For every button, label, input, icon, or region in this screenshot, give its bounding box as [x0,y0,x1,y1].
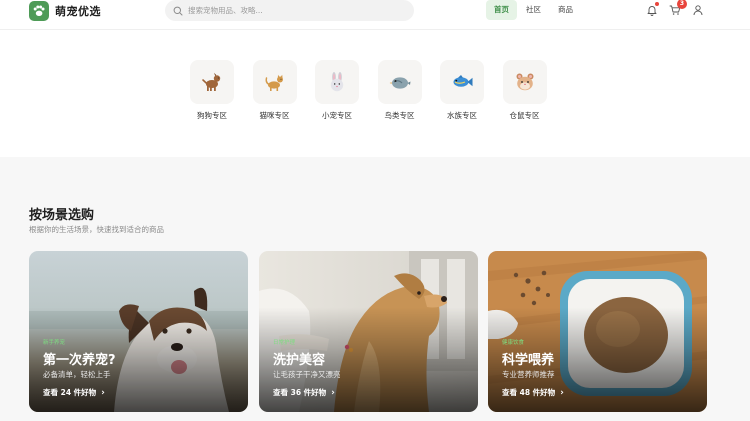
notification-dot [655,2,659,6]
category-hamster[interactable]: 仓鼠专区 [502,60,547,121]
card-description: 让毛孩子干净又漂亮 [273,370,341,379]
category-bird[interactable]: 鸟类专区 [377,60,422,121]
category-tile [252,60,297,104]
category-tile [440,60,484,104]
category-label: 猫咪专区 [259,111,290,120]
chevron-right-icon: › [101,387,105,398]
category-dog[interactable]: 狗狗专区 [190,60,234,121]
card-link-label: 查看 24 件好物 [43,388,97,397]
bird-icon [389,77,410,89]
rabbit-icon [330,72,344,92]
category-label: 水族专区 [447,111,477,120]
category-label: 鸟类专区 [384,111,415,120]
chevron-right-icon: › [560,387,564,398]
cart-button[interactable]: 3 [668,0,687,17]
card-tag: 日常护理 [273,340,296,346]
cart-count-badge: 3 [677,0,687,9]
card-title: 科学喂养 [502,353,555,368]
category-label: 小宠专区 [322,111,352,120]
top-header: 萌宠优选 首页 社区 商品 3 [0,0,750,30]
scene-card-feeding[interactable]: 健康饮食 科学喂养 专业营养师推荐 查看 48 件好物 › [488,251,707,412]
card-link-label: 查看 48 件好物 [502,388,556,397]
section-subtitle: 根据你的生活场景，快速找到适合的商品 [29,225,164,234]
category-cat[interactable]: 猫咪专区 [252,60,297,121]
main-nav: 首页 社区 商品 [486,0,582,20]
scene-card-grooming[interactable]: 日常护理 洗护美容 让毛孩子干净又漂亮 查看 36 件好物 › [259,251,478,412]
category-row: 狗狗专区 猫咪专区 小宠专区 鸟类专区 水族专区 仓鼠专区 [190,60,565,121]
nav-community[interactable]: 社区 [518,0,549,20]
card-tag: 健康饮食 [502,340,525,346]
search-bar[interactable] [165,0,414,21]
chevron-right-icon: › [331,387,335,398]
card-view-link[interactable]: 查看 48 件好物 › [502,387,564,398]
card-title: 洗护美容 [273,353,326,368]
card-description: 必备清单，轻松上手 [43,370,111,379]
category-tile [190,60,234,104]
search-icon [173,6,183,15]
card-title: 第一次养宠? [43,353,116,368]
notification-button[interactable] [645,2,659,17]
category-small-pet[interactable]: 小宠专区 [315,60,359,121]
brand-logo[interactable]: 萌宠优选 [29,1,101,21]
cat-icon [264,74,283,91]
category-tile [377,60,422,104]
nav-products[interactable]: 商品 [550,0,581,20]
nav-home[interactable]: 首页 [486,0,517,20]
card-view-link[interactable]: 查看 24 件好物 › [43,387,105,398]
category-aquatic[interactable]: 水族专区 [440,60,484,121]
category-tile [315,60,359,104]
dog-icon [202,72,221,91]
scene-card-new-owner[interactable]: 新手养宠 第一次养宠? 必备清单，轻松上手 查看 24 件好物 › [29,251,248,412]
brand-name: 萌宠优选 [55,5,101,18]
section-title: 按场景选购 [29,208,95,223]
paw-icon [29,1,49,21]
hamster-icon [516,73,533,91]
user-button[interactable] [691,3,705,17]
scene-shopping-section: 按场景选购 根据你的生活场景，快速找到适合的商品 新手养宠 第一次养宠? 必备清… [0,157,750,421]
user-icon [693,5,703,16]
card-view-link[interactable]: 查看 36 件好物 › [273,387,335,398]
category-label: 仓鼠专区 [509,111,540,120]
card-tag: 新手养宠 [43,340,66,346]
category-label: 狗狗专区 [197,111,227,120]
search-input[interactable] [188,6,398,15]
fish-icon [453,75,473,87]
header-actions: 3 [645,0,714,17]
card-link-label: 查看 36 件好物 [273,388,327,397]
category-tile [502,60,547,104]
card-description: 专业营养师推荐 [502,370,555,379]
